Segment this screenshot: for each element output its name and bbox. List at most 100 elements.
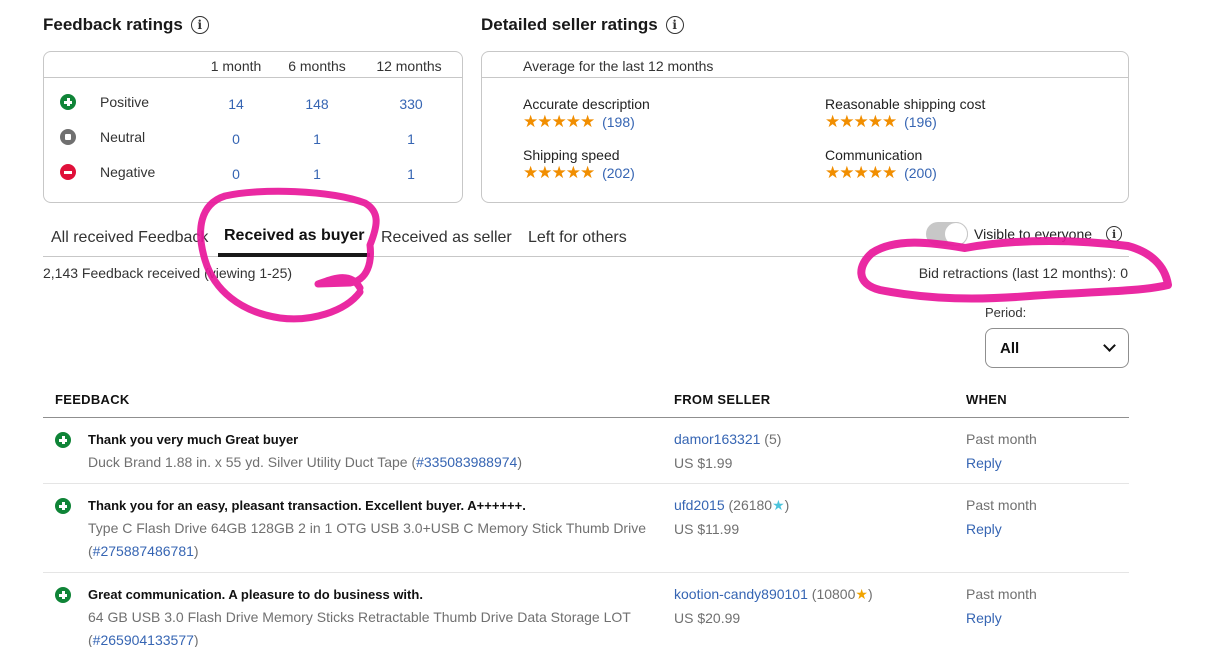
dsr-subtitle: Average for the last 12 months <box>523 58 714 74</box>
dsr-label: Shipping speed <box>523 147 620 163</box>
paren: ) <box>784 497 790 513</box>
item-price: US $1.99 <box>674 455 733 471</box>
dsr-label: Communication <box>825 147 923 163</box>
negative-12-months[interactable]: 1 <box>371 166 451 182</box>
detailed-seller-ratings-card: Average for the last 12 months Accurate … <box>481 51 1129 203</box>
column-12-months: 12 months <box>376 58 442 74</box>
feedback-count: 2,143 Feedback received (viewing 1-25) <box>43 265 293 281</box>
turquoise-shooting-star-icon: ★ <box>772 497 785 513</box>
dsr-accurate-description: Accurate description ★★★★★ (198) <box>523 96 650 132</box>
feedback-comment: Thank you very much Great buyer <box>88 432 299 447</box>
rating-label: Positive <box>100 94 150 110</box>
positive-icon <box>60 94 76 110</box>
feedback-item: Type C Flash Drive 64GB 128GB 2 in 1 OTG… <box>88 517 658 563</box>
seller-link[interactable]: damor163321 <box>674 431 760 447</box>
seller-score: (5) <box>764 431 782 447</box>
feedback-when: Past month <box>966 431 1037 447</box>
negative-1-month[interactable]: 0 <box>196 166 276 182</box>
feedback-item: Duck Brand 1.88 in. x 55 yd. Silver Util… <box>88 451 522 474</box>
reply-link[interactable]: Reply <box>966 610 1002 626</box>
stars-icon: ★★★★★ <box>523 112 595 131</box>
rating-label: Negative <box>100 164 156 180</box>
period-selected-value: All <box>1000 339 1020 357</box>
chevron-down-icon <box>1103 339 1116 352</box>
feedback-comment: Great communication. A pleasure to do bu… <box>88 587 423 602</box>
dsr-count: (200) <box>904 165 937 181</box>
feedback-when: Past month <box>966 586 1037 602</box>
column-1-month: 1 month <box>210 58 262 74</box>
row-divider <box>43 483 1129 484</box>
stars-icon: ★★★★★ <box>825 163 897 182</box>
item-number-link[interactable]: #275887486781 <box>93 543 194 559</box>
seller-info: kootion-candy890101 (10800★) <box>674 586 873 603</box>
dsr-communication: Communication ★★★★★ (200) <box>825 147 937 183</box>
visibility-toggle[interactable] <box>926 222 968 246</box>
seller-score: (26180 <box>728 497 773 513</box>
tab-received-as-buyer[interactable]: Received as buyer <box>224 227 365 245</box>
item-number-link[interactable]: #335083988974 <box>416 454 517 470</box>
paren: ) <box>867 586 873 602</box>
detailed-seller-ratings-title: Detailed seller ratings <box>481 15 658 34</box>
tab-all-received-feedback[interactable]: All received Feedback <box>51 229 208 247</box>
tab-received-as-seller[interactable]: Received as seller <box>381 229 512 247</box>
dsr-header: Average for the last 12 months <box>482 52 1128 78</box>
seller-link[interactable]: kootion-candy890101 <box>674 586 808 602</box>
seller-link[interactable]: ufd2015 <box>674 497 725 513</box>
dsr-label: Reasonable shipping cost <box>825 96 986 112</box>
neutral-1-month[interactable]: 0 <box>196 131 276 147</box>
reply-link[interactable]: Reply <box>966 455 1002 471</box>
paren: ) <box>517 454 523 470</box>
positive-1-month[interactable]: 14 <box>196 96 276 112</box>
tab-left-for-others[interactable]: Left for others <box>528 229 627 247</box>
rating-row-negative: Negative 0 1 1 <box>44 163 462 183</box>
period-select[interactable]: All <box>985 328 1129 368</box>
rating-row-neutral: Neutral 0 1 1 <box>44 128 462 148</box>
feedback-comment: Thank you for an easy, pleasant transact… <box>88 498 526 513</box>
neutral-6-months[interactable]: 1 <box>277 131 357 147</box>
item-title: Duck Brand 1.88 in. x 55 yd. Silver Util… <box>88 454 417 470</box>
active-tab-indicator <box>218 253 370 257</box>
rating-label: Neutral <box>100 129 146 145</box>
neutral-icon <box>60 129 76 145</box>
ratings-column-headers: 1 month 6 months 12 months <box>44 52 462 78</box>
feedback-ratings-card: 1 month 6 months 12 months Positive 14 1… <box>43 51 463 203</box>
column-6-months: 6 months <box>288 58 346 74</box>
stars-icon: ★★★★★ <box>523 163 595 182</box>
detailed-seller-ratings-heading: Detailed seller ratings i <box>481 15 684 35</box>
feedback-ratings-heading: Feedback ratings i <box>43 15 209 35</box>
positive-12-months[interactable]: 330 <box>371 96 451 112</box>
negative-6-months[interactable]: 1 <box>277 166 357 182</box>
period-label: Period: <box>985 305 1027 320</box>
visibility-control: Visible to everyone i <box>926 222 1123 246</box>
row-divider <box>43 572 1129 573</box>
positive-icon <box>55 587 71 603</box>
info-icon[interactable]: i <box>1106 226 1123 242</box>
neutral-12-months[interactable]: 1 <box>371 131 451 147</box>
dsr-count: (198) <box>602 114 635 130</box>
dsr-count: (202) <box>602 165 635 181</box>
seller-info: damor163321 (5) <box>674 431 781 447</box>
info-icon[interactable]: i <box>190 16 209 34</box>
paren: ) <box>193 632 199 647</box>
paren: ) <box>193 543 199 559</box>
item-number-link[interactable]: #265904133577 <box>93 632 194 647</box>
seller-info: ufd2015 (26180★) <box>674 497 789 514</box>
dsr-label: Accurate description <box>523 96 650 112</box>
dsr-shipping-speed: Shipping speed ★★★★★ (202) <box>523 147 635 183</box>
tabs-divider <box>43 256 1129 257</box>
header-when: WHEN <box>966 392 1007 407</box>
feedback-ratings-title: Feedback ratings <box>43 15 183 34</box>
reply-link[interactable]: Reply <box>966 521 1002 537</box>
item-title: Type C Flash Drive 64GB 128GB 2 in 1 OTG… <box>88 520 646 536</box>
positive-icon <box>55 498 71 514</box>
seller-score: (10800 <box>811 586 856 602</box>
bid-retractions: Bid retractions (last 12 months): 0 <box>918 265 1128 281</box>
positive-icon <box>55 432 71 448</box>
negative-icon <box>60 164 76 180</box>
table-header-divider <box>43 417 1129 418</box>
info-icon[interactable]: i <box>665 16 684 34</box>
visibility-label: Visible to everyone <box>974 226 1093 242</box>
feedback-when: Past month <box>966 497 1037 513</box>
positive-6-months[interactable]: 148 <box>277 96 357 112</box>
dsr-count: (196) <box>904 114 937 130</box>
